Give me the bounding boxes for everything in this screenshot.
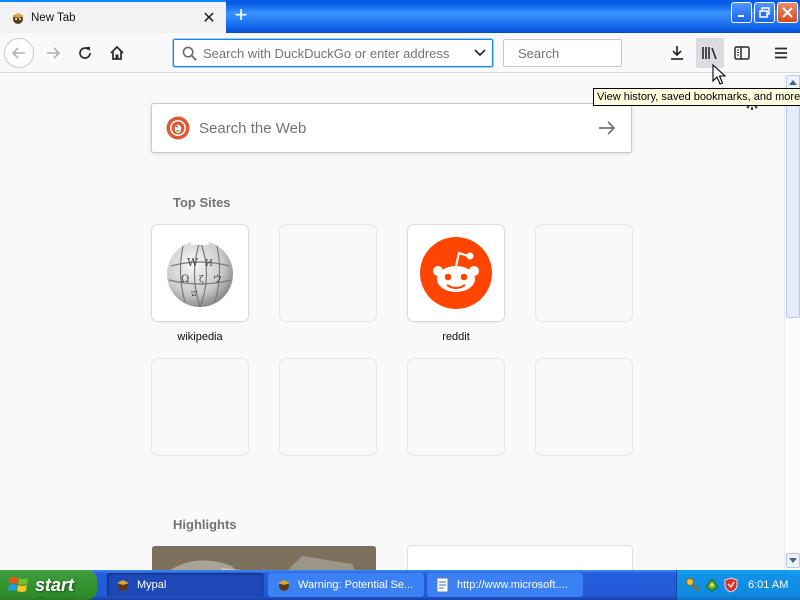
sidebar-icon <box>734 46 750 60</box>
hamburger-menu-icon <box>775 47 787 59</box>
svg-text:W: W <box>187 256 199 269</box>
reload-icon <box>79 47 91 59</box>
library-icon <box>702 47 717 60</box>
downloads-button[interactable] <box>663 38 691 68</box>
top-site-tile-empty <box>152 359 248 455</box>
top-site-tile-empty <box>408 359 504 455</box>
start-label: start <box>35 574 75 595</box>
restore-icon <box>758 6 770 18</box>
security-shield-icon[interactable] <box>723 577 739 593</box>
mypal-favicon-icon <box>12 12 24 24</box>
top-site-tile-empty <box>280 359 376 455</box>
top-site-label[interactable]: reddit <box>408 331 504 343</box>
scroll-down-button[interactable] <box>786 553 800 568</box>
system-tray: 6:01 AM <box>676 570 800 600</box>
download-icon <box>671 46 683 60</box>
home-icon <box>110 45 124 60</box>
taskbar-item-label: Mypal <box>137 579 167 591</box>
library-tooltip: View history, saved bookmarks, and more <box>593 88 800 106</box>
top-site-tile-empty <box>280 225 376 321</box>
back-arrow-icon <box>11 47 25 59</box>
chevron-up-icon <box>789 80 797 85</box>
top-site-label[interactable]: wikipedia <box>152 331 248 343</box>
top-site-tile-reddit[interactable] <box>408 225 504 321</box>
close-icon <box>782 7 793 18</box>
restore-button[interactable] <box>754 2 775 23</box>
svg-text:Ω: Ω <box>181 274 189 285</box>
key-icon[interactable] <box>685 577 701 593</box>
home-button[interactable] <box>102 38 132 68</box>
taskbar-clock: 6:01 AM <box>748 579 789 591</box>
svg-text:И: И <box>205 259 213 269</box>
address-bar[interactable] <box>173 39 493 67</box>
taskbar-item-mypal[interactable]: Mypal <box>107 573 264 597</box>
minimize-icon <box>737 14 744 17</box>
start-button[interactable]: start <box>0 570 97 600</box>
svg-text:ζ: ζ <box>199 275 204 285</box>
mypal-favicon-icon <box>278 580 290 591</box>
taskbar-item-warning[interactable]: Warning: Potential Se... <box>268 573 424 597</box>
taskbar: start Mypal Warning: Potential Se... htt… <box>0 570 800 600</box>
address-input[interactable] <box>203 45 468 61</box>
arrow-right-icon <box>599 121 616 135</box>
vertical-scrollbar[interactable] <box>784 74 800 570</box>
url-dropdown-button[interactable] <box>468 41 492 65</box>
top-sites-heading: Top Sites <box>173 195 231 210</box>
scrollbar-thumb[interactable] <box>786 92 800 318</box>
taskbar-item-label: Warning: Potential Se... <box>298 579 414 591</box>
taskbar-item-label: http://www.microsoft.... <box>457 579 568 591</box>
search-submit-button[interactable] <box>583 104 631 152</box>
highlight-thumbnail <box>152 546 376 570</box>
highlight-card[interactable] <box>152 546 376 570</box>
title-bar: New Tab ✕ + <box>0 0 800 33</box>
menu-button[interactable] <box>767 38 795 68</box>
reddit-alien-icon <box>420 237 492 309</box>
taskbar-item-microsoft[interactable]: http://www.microsoft.... <box>427 573 583 597</box>
mouse-cursor-icon <box>712 64 726 85</box>
search-bar[interactable] <box>503 39 694 67</box>
top-site-tile-wikipedia[interactable]: W И Ω ζ ウ ש <box>152 225 248 321</box>
search-icon <box>182 46 197 61</box>
windows-logo-icon <box>8 577 28 592</box>
tab-new-tab[interactable]: New Tab ✕ <box>0 0 226 33</box>
svg-text:ש: ש <box>191 289 198 299</box>
top-site-tile-empty <box>536 359 632 455</box>
nav-toolbar <box>0 33 800 73</box>
new-tab-button[interactable]: + <box>230 4 252 28</box>
svg-text:ウ: ウ <box>213 274 222 285</box>
chevron-down-icon <box>789 558 797 563</box>
reload-button[interactable] <box>70 38 100 68</box>
mypal-favicon-icon <box>117 580 129 591</box>
sidebar-button[interactable] <box>728 38 756 68</box>
web-search-input[interactable] <box>199 119 583 137</box>
chevron-down-icon <box>474 49 486 57</box>
back-button[interactable] <box>4 38 34 68</box>
forward-arrow-icon <box>47 47 61 59</box>
network-icon[interactable] <box>704 577 720 593</box>
top-site-tile-empty <box>536 225 632 321</box>
minimize-button[interactable] <box>731 2 752 23</box>
close-window-button[interactable] <box>777 2 798 23</box>
document-icon <box>436 577 449 593</box>
tab-close-icon[interactable]: ✕ <box>198 7 220 29</box>
wikipedia-globe-icon: W И Ω ζ ウ ש <box>167 236 233 308</box>
highlights-heading: Highlights <box>173 517 237 532</box>
duckduckgo-icon <box>166 116 190 140</box>
forward-button[interactable] <box>38 38 68 68</box>
tab-title: New Tab <box>31 11 76 24</box>
web-search-box[interactable] <box>151 103 632 153</box>
new-tab-page: Top Sites W И Ω ζ ウ ש wikipedia <box>0 74 784 570</box>
highlight-card[interactable] <box>408 546 632 570</box>
